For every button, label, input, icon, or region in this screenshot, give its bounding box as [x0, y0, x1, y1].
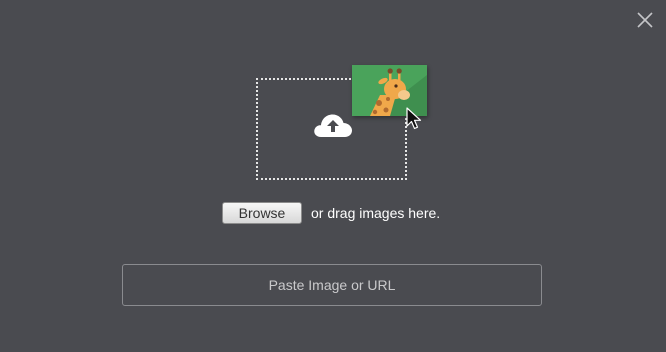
mouse-pointer-icon: [406, 107, 422, 130]
cloud-upload-icon: [314, 114, 352, 137]
paste-url-input[interactable]: [122, 264, 542, 306]
close-button[interactable]: [633, 8, 657, 32]
browse-button[interactable]: Browse: [222, 202, 302, 224]
upload-dialog: Browse or drag images here.: [0, 0, 666, 352]
close-icon: [637, 12, 653, 28]
browse-row: Browse or drag images here.: [222, 202, 440, 224]
drag-instructions: or drag images here.: [311, 205, 441, 221]
